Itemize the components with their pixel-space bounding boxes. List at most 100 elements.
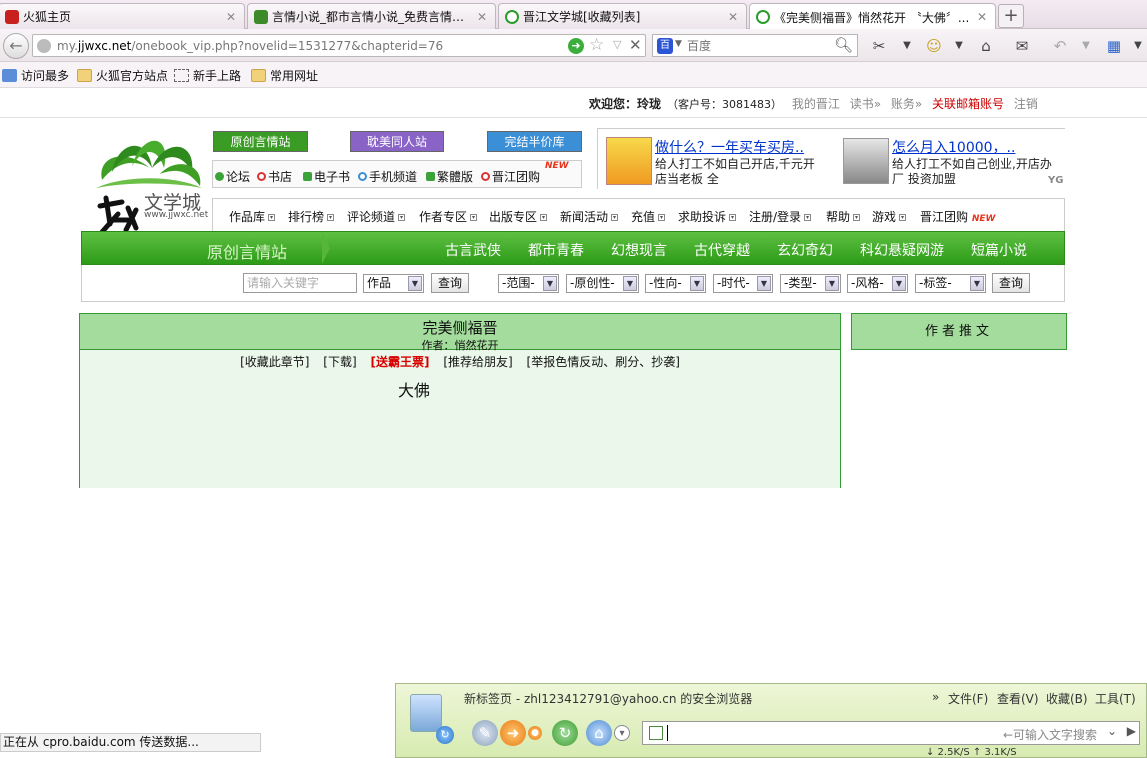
category-scifi-mystery[interactable]: 科幻悬疑网游 <box>860 240 944 260</box>
site-identity-icon[interactable] <box>37 39 51 53</box>
jjwxc-logo[interactable]: 文学城 www.jjwxc.net 晋江 <box>92 128 208 240</box>
go-arrow-icon[interactable]: ➜ <box>568 38 584 54</box>
overlay-menu-favorites[interactable]: 收藏(B) <box>1046 690 1088 707</box>
overlay-menu-view[interactable]: 查看(V) <box>997 690 1039 707</box>
filter-type-select[interactable]: -类型- ▼ <box>780 274 841 293</box>
menu-publishing[interactable]: 出版专区 ▾ <box>489 208 548 225</box>
menu-help-complaints[interactable]: 求助投诉 ▾ <box>678 208 737 225</box>
link-ebook[interactable]: 电子书 <box>303 168 350 185</box>
addon-face-icon[interactable]: ☺ <box>924 36 944 56</box>
book-title[interactable]: 完美侧福晋 <box>80 317 840 338</box>
close-icon[interactable]: ✕ <box>226 10 238 24</box>
menu-register-login[interactable]: 注册/登录 ▾ <box>749 208 812 225</box>
link-group-buy[interactable]: 晋江团购 <box>481 168 540 185</box>
bookmark-most-visited[interactable]: 访问最多 <box>2 67 69 84</box>
overlay-menu-file[interactable]: 文件(F) <box>948 690 988 707</box>
chevron-down-icon[interactable]: ▼ <box>1076 36 1096 56</box>
undo-icon[interactable]: ↶ <box>1050 36 1070 56</box>
menu-rankings[interactable]: 排行榜 ▾ <box>288 208 335 225</box>
link-traditional[interactable]: 繁體版 <box>426 168 473 185</box>
button-original-romance[interactable]: 原创言情站 <box>213 131 308 152</box>
author-line[interactable]: 作者：悄然花开 <box>80 337 840 353</box>
filter-style-select[interactable]: -风格- ▼ <box>847 274 908 293</box>
search-input[interactable] <box>687 37 827 54</box>
close-icon[interactable]: ✕ <box>477 10 489 24</box>
chevron-down-icon[interactable]: ▾ <box>614 725 630 741</box>
ad-title[interactable]: 做什么？一年买车买房.. <box>655 137 815 157</box>
overlay-search-box[interactable]: ←可输入文字搜索 ⌄ ▶ <box>642 721 1140 745</box>
bookmark-firefox-official[interactable]: 火狐官方站点 <box>77 67 168 84</box>
keyword-input[interactable]: 请输入关键字 <box>243 273 357 293</box>
search-bar[interactable]: 百 ▼ 🔍︎ <box>652 34 858 57</box>
search-type-select[interactable]: 作品 ▼ <box>363 274 424 293</box>
action-send-vote[interactable]: [送霸王票] <box>371 355 430 369</box>
refresh-icon[interactable]: ↻ <box>552 720 578 746</box>
ad-2[interactable]: 怎么月入10000，.. 给人打工不如自己创业,开店办厂 投资加盟 <box>892 137 1052 187</box>
button-half-price[interactable]: 完结半价库 <box>487 131 582 152</box>
filter-era-select[interactable]: -时代- ▼ <box>713 274 773 293</box>
mail-icon[interactable]: ✉ <box>1012 36 1032 56</box>
chevron-down-icon[interactable]: ▼ <box>949 36 969 56</box>
menu-works[interactable]: 作品库 ▾ <box>229 208 276 225</box>
category-fantasy-modern[interactable]: 幻想现言 <box>611 240 667 260</box>
ad-image-office[interactable] <box>843 138 889 184</box>
menu-games[interactable]: 游戏 ▾ <box>872 208 907 225</box>
tab-2[interactable]: 言情小说_都市言情小说_免费言情小... ✕ <box>247 3 496 29</box>
ad-1[interactable]: 做什么？一年买车买房.. 给人打工不如自己开店,千元开店当老板 全 <box>655 137 815 187</box>
filter-originality-select[interactable]: -原创性- ▼ <box>566 274 639 293</box>
menu-group-buy[interactable]: 晋江团购 NEW <box>920 208 995 225</box>
user-avatar-icon[interactable] <box>410 694 442 732</box>
link-my-jjwxc[interactable]: 我的晋江 <box>792 97 840 111</box>
menu-help[interactable]: 帮助 ▾ <box>826 208 861 225</box>
arrow-right-icon[interactable]: ▶ <box>1127 724 1136 738</box>
category-xuanhuan[interactable]: 玄幻奇幻 <box>777 240 833 260</box>
action-bookmark-chapter[interactable]: [收藏此章节] <box>240 355 309 369</box>
bookmark-common-urls[interactable]: 常用网址 <box>251 67 318 84</box>
action-report[interactable]: [举报色情反动、刷分、抄袭] <box>527 355 680 369</box>
bookmark-star-icon[interactable]: ☆ <box>589 35 604 55</box>
menu-reviews[interactable]: 评论频道 ▾ <box>347 208 406 225</box>
overlay-menu-tools[interactable]: 工具(T) <box>1095 690 1136 707</box>
link-forum[interactable]: 论坛 <box>215 168 250 185</box>
ad-title[interactable]: 怎么月入10000，.. <box>892 137 1052 157</box>
pen-icon[interactable]: ✎ <box>472 720 498 746</box>
menu-authors[interactable]: 作者专区 ▾ <box>419 208 478 225</box>
home-icon[interactable]: ⌂ <box>586 720 612 746</box>
link-reading[interactable]: 读书» <box>850 97 881 111</box>
link-logout[interactable]: 注销 <box>1014 97 1038 111</box>
back-button[interactable]: ← <box>3 33 29 59</box>
ad-image-book[interactable] <box>606 137 652 185</box>
button-danmei-fanfic[interactable]: 耽美同人站 <box>350 131 444 152</box>
refresh-small-icon[interactable]: ↻ <box>436 726 454 744</box>
chevron-down-icon[interactable]: ▼ <box>1128 36 1147 56</box>
action-download[interactable]: [下载] <box>323 355 356 369</box>
filter-orientation-select[interactable]: -性向- ▼ <box>645 274 706 293</box>
overlay-more-icon[interactable]: » <box>932 690 939 704</box>
link-account[interactable]: 账务» <box>891 97 922 111</box>
search-button[interactable]: 查询 <box>431 273 469 293</box>
action-recommend[interactable]: [推荐给朋友] <box>443 355 512 369</box>
link-bind-email[interactable]: 关联邮箱账号 <box>932 97 1004 111</box>
menu-recharge[interactable]: 充值 ▾ <box>631 208 666 225</box>
history-dropdown-icon[interactable]: ▽ <box>613 38 621 51</box>
stop-icon[interactable]: ✕ <box>629 36 642 54</box>
chevron-down-icon[interactable]: ⌄ <box>1107 724 1117 738</box>
category-ancient-wuxia[interactable]: 古言武侠 <box>445 240 501 260</box>
tab-3[interactable]: 晋江文学城[收藏列表] ✕ <box>498 3 747 29</box>
menu-news[interactable]: 新闻活动 ▾ <box>560 208 619 225</box>
baidu-engine-icon[interactable]: 百 <box>657 38 673 54</box>
url-bar[interactable]: my.jjwxc.net/onebook_vip.php?novelid=153… <box>32 34 646 57</box>
filter-tag-select[interactable]: -标签- ▼ <box>915 274 986 293</box>
close-icon[interactable]: ✕ <box>728 10 740 24</box>
grid-apps-icon[interactable]: ▦ <box>1104 36 1124 56</box>
bookmark-getting-started[interactable]: 新手上路 <box>174 67 241 84</box>
magnifier-icon[interactable]: 🔍︎ <box>834 36 853 54</box>
tab-1[interactable]: 火狐主页 ✕ <box>0 3 245 29</box>
filter-scope-select[interactable]: -范围- ▼ <box>498 274 559 293</box>
category-urban-youth[interactable]: 都市青春 <box>528 240 584 260</box>
close-icon[interactable]: ✕ <box>977 10 989 24</box>
category-short-stories[interactable]: 短篇小说 <box>971 240 1027 260</box>
category-time-travel[interactable]: 古代穿越 <box>694 240 750 260</box>
filter-search-button[interactable]: 查询 <box>992 273 1030 293</box>
link-bookstore[interactable]: 书店 <box>257 168 292 185</box>
